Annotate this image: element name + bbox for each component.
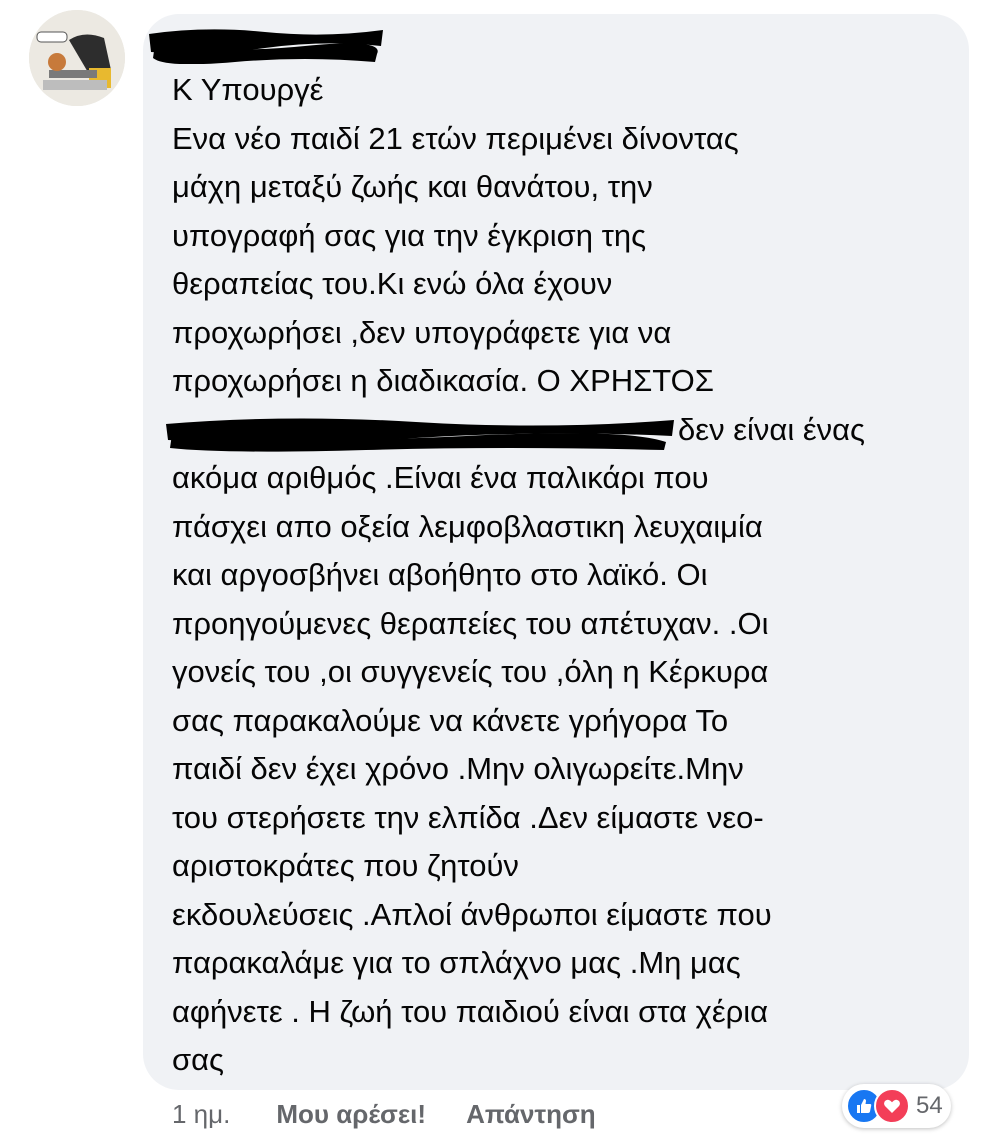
timestamp[interactable]: 1 ημ. [172,1099,230,1130]
comment-line: μάχη μεταξύ ζωής και θανάτου, την [172,169,653,204]
comment-line: παρακαλάμε για το σπλάχνο μας .Μη μας [172,945,741,980]
comment-text: Κ Υπουργέ Ενα νέο παιδί 21 ετών περιμένε… [166,66,952,1085]
comment-line: προχωρήσει η διαδικασία. Ο ΧΡΗΣΤΟΣ [172,363,714,398]
comment-line: Ενα νέο παιδί 21 ετών περιμένει δίνοντας [172,120,739,156]
love-reaction-icon [874,1088,910,1124]
comment-line: γονείς του ,οι συγγενείς του ,όλη η Κέρκ… [172,654,769,689]
author-name-redaction [149,29,383,64]
reaction-count: 54 [916,1092,943,1119]
user-avatar[interactable] [29,10,125,106]
comment-line: προηγούμενες θεραπείες του απέτυχαν. .Οι [172,605,769,641]
comment-line: θεραπείας του.Κι ενώ όλα έχουν [172,266,613,301]
comment-actions: 1 ημ. Μου αρέσει! Απάντηση [172,1094,636,1134]
comment-line: του στερήσετε την ελπίδα .Δεν είμαστε νε… [172,799,764,835]
comment-line: ακόμα αριθμός .Είναι ένα παλικάρι που [172,460,709,495]
comment-line-suffix: δεν είναι ένας [678,411,865,447]
comment-line: αφήνετε . Η ζωή του παιδιού είναι στα χέ… [172,993,769,1029]
comment-line: σας [172,1042,224,1077]
comment-line: υπογραφή σας για την έγκριση της [172,217,647,253]
reactions-summary[interactable]: 54 [842,1084,951,1128]
comment-screenshot: Ε Κ Υπουργέ Ενα νέο παιδί 21 ετών περιμέ… [0,0,1000,1143]
comment-line: πάσχει απο οξεία λεμφοβλαστικη λευχαιμία [172,508,763,544]
comment-line: αριστοκράτες που ζητούν [172,848,519,883]
comment-line: εκδουλεύσεις .Απλοί άνθρωποι είμαστε που [172,896,772,932]
comment-line: προχωρήσει ,δεν υπογράφετε για να [172,314,672,350]
like-button[interactable]: Μου αρέσει! [276,1099,426,1130]
comment-line: και αργοσβήνει αβοήθητο στο λαϊκό. Οι [172,557,708,592]
comment-line: παιδί δεν έχει χρόνο .Μην ολιγωρείτε.Μην [172,751,744,786]
reply-button[interactable]: Απάντηση [466,1099,596,1130]
comment-line: Κ Υπουργέ [172,72,324,107]
comment-line-redacted: δεν είναι ένας [166,406,952,455]
name-redaction [166,416,674,452]
comment-line: σας παρακαλούμε να κάνετε γρήγορα Το [172,702,729,738]
